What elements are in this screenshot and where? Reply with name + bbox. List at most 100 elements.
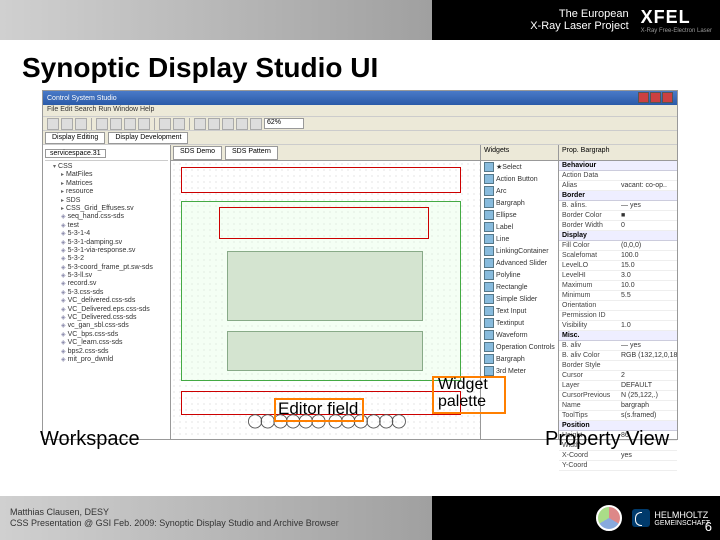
props-value[interactable]: N (25,122,.) <box>618 391 677 400</box>
props-row[interactable]: LevelLO15.0 <box>559 261 677 271</box>
toolbar-icon[interactable] <box>75 118 87 130</box>
tree-item[interactable]: 5-3-ll.sv <box>61 272 168 280</box>
props-value[interactable]: vacant: co-op.. <box>618 181 677 190</box>
tree-item[interactable]: test <box>61 222 168 230</box>
toolbar-icon[interactable] <box>194 118 206 130</box>
tree-item[interactable]: 5-3-1-via-response.sv <box>61 247 168 255</box>
props-value[interactable]: (0,0,0) <box>618 241 677 250</box>
toolbar[interactable]: 62% <box>43 117 677 131</box>
tree-item[interactable]: seq_hand.css-sds <box>61 213 168 221</box>
palette-item[interactable]: Text Input <box>481 305 558 317</box>
props-value[interactable]: 5.5 <box>618 291 677 300</box>
canvas-shape[interactable] <box>181 167 461 193</box>
zoom-field[interactable]: 62% <box>264 118 304 129</box>
tree-item[interactable]: 5-3-2 <box>61 255 168 263</box>
menu-bar[interactable]: File Edit Search Run Window Help <box>43 105 677 117</box>
palette-item[interactable]: Simple Slider <box>481 293 558 305</box>
toolbar-icon[interactable] <box>236 118 248 130</box>
props-value[interactable]: ■ <box>618 211 677 220</box>
props-row[interactable]: Permission ID <box>559 311 677 321</box>
props-row[interactable]: B. aliv— yes <box>559 341 677 351</box>
props-value[interactable]: yes <box>618 451 677 460</box>
props-row[interactable]: Aliasvacant: co-op.. <box>559 181 677 191</box>
tree-item[interactable]: resource <box>61 188 168 196</box>
palette-item[interactable]: Polyline <box>481 269 558 281</box>
props-value[interactable]: DEFAULT <box>618 381 677 390</box>
props-value[interactable]: — yes <box>618 341 677 350</box>
props-row[interactable]: B. alins.— yes <box>559 201 677 211</box>
tree-item[interactable]: VC_bps.css-sds <box>61 331 168 339</box>
toolbar-icon[interactable] <box>159 118 171 130</box>
tab-display-editing[interactable]: Display Editing <box>45 132 105 144</box>
tree-item[interactable]: 5-3-coord_frame_pt.sw-sds <box>61 264 168 272</box>
props-row[interactable]: Maximum10.0 <box>559 281 677 291</box>
props-value[interactable] <box>618 361 677 370</box>
props-value[interactable]: 1.0 <box>618 321 677 330</box>
perspective-tabs[interactable]: Display Editing Display Development <box>43 131 677 145</box>
props-row[interactable]: Visibility1.0 <box>559 321 677 331</box>
palette-item[interactable]: Ellipse <box>481 209 558 221</box>
toolbar-icon[interactable] <box>208 118 220 130</box>
tab-display-development[interactable]: Display Development <box>108 132 188 144</box>
tree-item[interactable]: vc_gan_sbl.css-sds <box>61 322 168 330</box>
minimize-icon[interactable] <box>638 92 649 103</box>
canvas-widget[interactable] <box>227 251 423 321</box>
props-row[interactable]: Namebargraph <box>559 401 677 411</box>
palette-item[interactable]: Bargraph <box>481 197 558 209</box>
tree-item[interactable]: record.sv <box>61 280 168 288</box>
props-value[interactable] <box>618 171 677 180</box>
palette-item[interactable]: Rectangle <box>481 281 558 293</box>
props-value[interactable] <box>618 311 677 320</box>
props-row[interactable]: ToolTipss(s.framed) <box>559 411 677 421</box>
tree-item[interactable]: VC_delivered.css-sds <box>61 297 168 305</box>
palette-item[interactable]: Advanced Slider <box>481 257 558 269</box>
tree-item[interactable]: bps2.css-sds <box>61 348 168 356</box>
palette-item[interactable]: LinkingContainer <box>481 245 558 257</box>
tree-item[interactable]: 5-3-1-damping.sv <box>61 239 168 247</box>
props-row[interactable]: X-Coordyes <box>559 451 677 461</box>
props-value[interactable]: s(s.framed) <box>618 411 677 420</box>
props-row[interactable]: Action Data <box>559 171 677 181</box>
tree-item[interactable]: SDS <box>61 197 168 205</box>
props-value[interactable]: 100.0 <box>618 251 677 260</box>
tree-item[interactable]: VC_Delivered.css-sds <box>61 314 168 322</box>
palette-item[interactable]: ★Select <box>481 161 558 173</box>
canvas-tab-2[interactable]: SDS Pattern <box>225 146 278 160</box>
props-value[interactable]: 10.0 <box>618 281 677 290</box>
tree-item[interactable]: VC_Delivered.eps.css-sds <box>61 306 168 314</box>
toolbar-icon[interactable] <box>222 118 234 130</box>
props-value[interactable] <box>618 301 677 310</box>
tree-item[interactable]: MatFiles <box>61 171 168 179</box>
props-row[interactable]: LayerDEFAULT <box>559 381 677 391</box>
tree-item[interactable]: 5-3.css-sds <box>61 289 168 297</box>
props-row[interactable]: Y-Coord <box>559 461 677 471</box>
props-row[interactable]: Border Color■ <box>559 211 677 221</box>
props-row[interactable]: Scalefomat100.0 <box>559 251 677 261</box>
props-value[interactable]: bargraph <box>618 401 677 410</box>
canvas-widget[interactable] <box>227 331 423 371</box>
toolbar-icon[interactable] <box>250 118 262 130</box>
palette-item[interactable]: Operation Controls <box>481 341 558 353</box>
tree-item[interactable]: VC_learn.css-sds <box>61 339 168 347</box>
palette-item[interactable]: Textinput <box>481 317 558 329</box>
toolbar-icon[interactable] <box>138 118 150 130</box>
props-row[interactable]: LevelHI3.0 <box>559 271 677 281</box>
tree-item[interactable]: Matrices <box>61 180 168 188</box>
props-value[interactable]: 3.0 <box>618 271 677 280</box>
toolbar-icon[interactable] <box>96 118 108 130</box>
toolbar-icon[interactable] <box>173 118 185 130</box>
props-row[interactable]: CursorPreviousN (25,122,.) <box>559 391 677 401</box>
tree-item[interactable]: CSS_Grid_Effuses.sv <box>61 205 168 213</box>
props-value[interactable]: 0 <box>618 221 677 230</box>
props-row[interactable]: B. aliv ColorRGB (132,12,0,185) <box>559 351 677 361</box>
toolbar-icon[interactable] <box>124 118 136 130</box>
palette-item[interactable]: Label <box>481 221 558 233</box>
props-value[interactable] <box>618 461 677 470</box>
props-row[interactable]: Border Style <box>559 361 677 371</box>
property-view[interactable]: Prop. Bargraph BehaviourAction DataAlias… <box>559 145 677 439</box>
canvas-shape[interactable] <box>219 207 429 239</box>
toolbar-icon[interactable] <box>61 118 73 130</box>
props-value[interactable]: 2 <box>618 371 677 380</box>
palette-item[interactable]: Arc <box>481 185 558 197</box>
props-value[interactable]: 15.0 <box>618 261 677 270</box>
